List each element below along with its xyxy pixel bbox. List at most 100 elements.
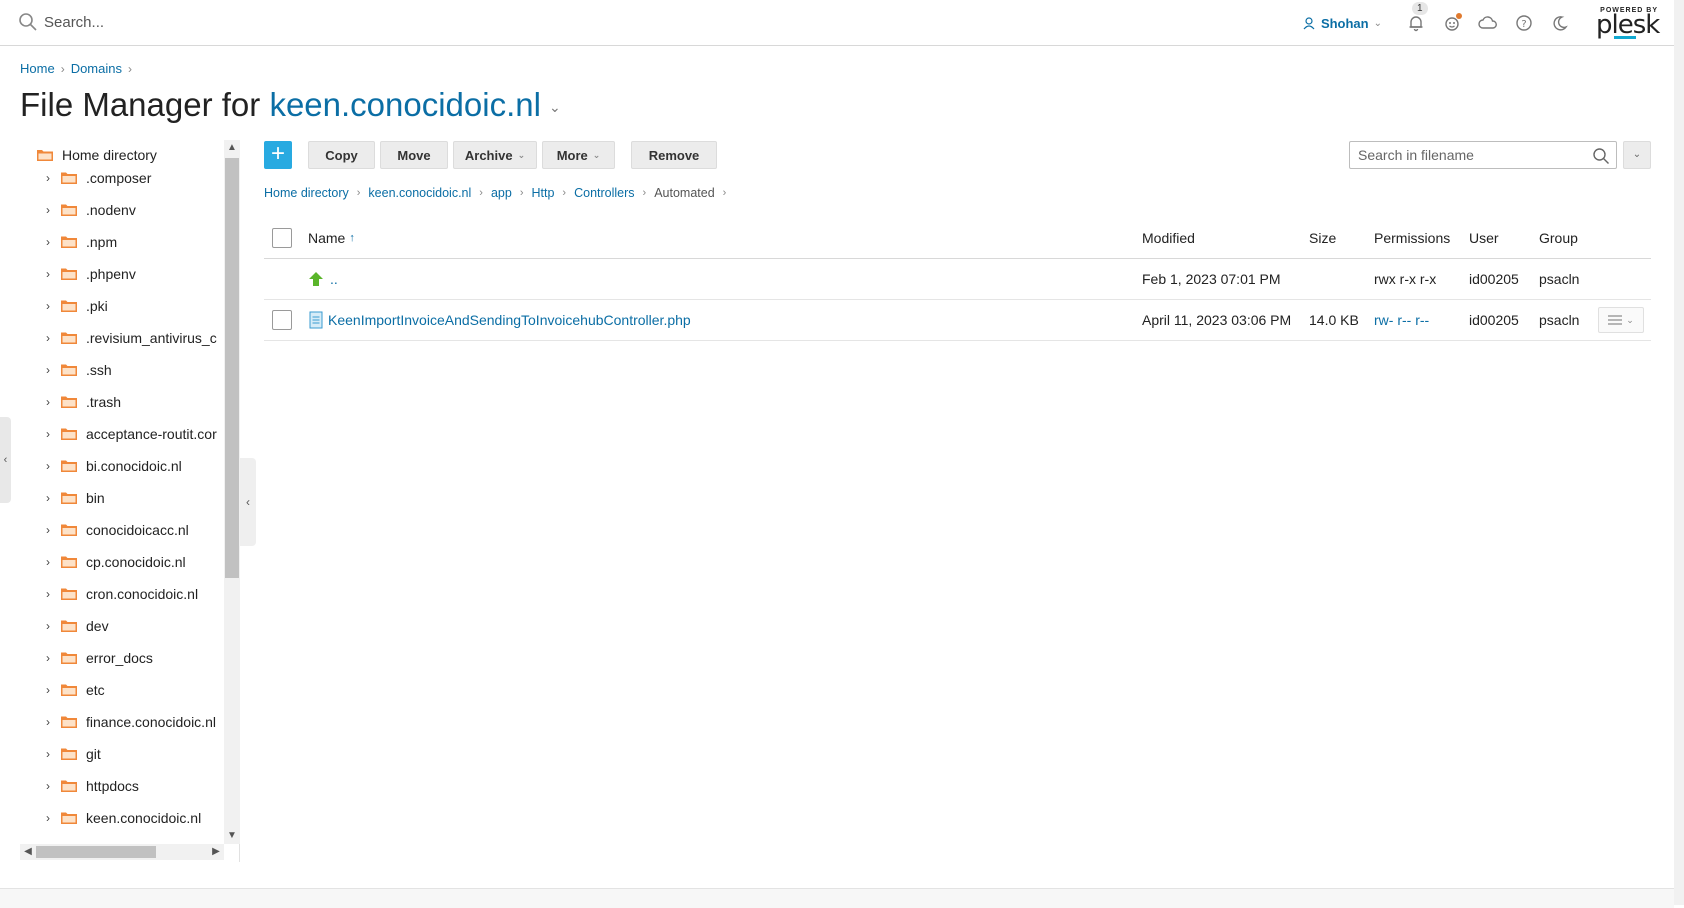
chevron-right-icon[interactable]: › — [46, 779, 60, 793]
scroll-right-icon[interactable]: ▶ — [208, 844, 224, 860]
global-search-input[interactable] — [44, 11, 444, 33]
chevron-right-icon[interactable]: › — [46, 587, 60, 601]
chevron-right-icon[interactable]: › — [46, 331, 60, 345]
chevron-down-icon[interactable]: ⌄ — [549, 99, 561, 115]
tree-item[interactable]: › .trash — [46, 394, 121, 410]
path-item[interactable]: Controllers — [574, 186, 634, 200]
chevron-right-icon[interactable]: › — [46, 171, 60, 185]
chevron-right-icon[interactable]: › — [46, 715, 60, 729]
move-button[interactable]: Move — [380, 141, 448, 169]
search-icon[interactable] — [1592, 147, 1610, 165]
remove-button[interactable]: Remove — [631, 141, 717, 169]
row-checkbox[interactable] — [272, 310, 292, 330]
scroll-down-icon[interactable]: ▼ — [224, 828, 240, 844]
chevron-right-icon[interactable]: › — [46, 395, 60, 409]
filename-search-input[interactable] — [1350, 147, 1580, 163]
tree-item-label: keen.conocidoic.nl — [86, 810, 202, 826]
tree-collapse-handle[interactable]: ‹ — [240, 458, 256, 546]
tree-item[interactable]: › git — [46, 746, 101, 762]
chevron-right-icon[interactable]: › — [46, 683, 60, 697]
dark-mode-toggle[interactable] — [1548, 11, 1572, 35]
row-actions-menu-button[interactable]: ⌄ — [1598, 307, 1644, 333]
scroll-thumb[interactable] — [36, 846, 156, 858]
tree-item[interactable]: › .pki — [46, 298, 108, 314]
copy-button-label: Copy — [325, 147, 358, 163]
select-all-checkbox[interactable] — [272, 227, 292, 248]
chevron-right-icon[interactable]: › — [46, 235, 60, 249]
tree-item[interactable]: › etc — [46, 682, 105, 698]
tree-item[interactable]: › httpdocs — [46, 778, 139, 794]
domain-selector[interactable]: keen.conocidoic.nl — [269, 86, 541, 123]
scroll-up-icon[interactable]: ▲ — [224, 140, 240, 156]
sidebar-expand-handle[interactable]: ‹ — [0, 417, 11, 503]
chevron-right-icon[interactable]: › — [46, 363, 60, 377]
folder-icon — [61, 300, 77, 312]
more-button[interactable]: More ⌄ — [542, 141, 615, 169]
tree-item[interactable]: › acceptance-routit.cor — [46, 426, 217, 442]
column-header-group[interactable]: Group — [1539, 217, 1578, 258]
window-scrollbar[interactable] — [1674, 0, 1684, 905]
tree-item[interactable]: › bin — [46, 490, 105, 506]
tree-vertical-scrollbar[interactable]: ▲ ▼ — [224, 140, 240, 844]
parent-directory-name[interactable]: .. — [330, 271, 338, 287]
tree-item-label: .phpenv — [86, 266, 136, 282]
breadcrumb-domains[interactable]: Domains — [71, 61, 122, 76]
tree-item[interactable]: › .phpenv — [46, 266, 136, 282]
table-row: KeenImportInvoiceAndSendingToInvoicehubC… — [264, 300, 1651, 341]
path-item[interactable]: app — [491, 186, 512, 200]
chevron-right-icon[interactable]: › — [46, 651, 60, 665]
tree-root-home-directory[interactable]: Home directory — [36, 147, 157, 163]
column-header-size[interactable]: Size — [1309, 217, 1336, 258]
parent-directory-link[interactable]: .. — [308, 259, 338, 299]
column-header-permissions[interactable]: Permissions — [1374, 217, 1450, 258]
tree-item[interactable]: › cron.conocidoic.nl — [46, 586, 198, 602]
search-options-dropdown[interactable]: ⌄ — [1623, 141, 1651, 169]
chevron-right-icon[interactable]: › — [46, 523, 60, 537]
chevron-right-icon[interactable]: › — [46, 555, 60, 569]
chevron-right-icon[interactable]: › — [46, 491, 60, 505]
column-header-user[interactable]: User — [1469, 217, 1499, 258]
add-button[interactable]: + — [264, 141, 292, 169]
chevron-right-icon[interactable]: › — [46, 811, 60, 825]
tree-item[interactable]: › .nodenv — [46, 202, 136, 218]
column-header-name[interactable]: Name ↑ — [308, 217, 355, 258]
chevron-right-icon[interactable]: › — [46, 747, 60, 761]
tree-item[interactable]: › .npm — [46, 234, 117, 250]
chevron-right-icon[interactable]: › — [46, 619, 60, 633]
tree-item[interactable]: › conocidoicacc.nl — [46, 522, 189, 538]
scroll-thumb[interactable] — [225, 158, 239, 578]
tree-item[interactable]: › finance.conocidoic.nl — [46, 714, 216, 730]
scroll-left-icon[interactable]: ◀ — [20, 844, 36, 860]
chevron-right-icon[interactable]: › — [46, 427, 60, 441]
notifications-button[interactable]: 1 — [1404, 2, 1428, 35]
plesk-logo[interactable]: POWERED BY plesk — [1596, 7, 1660, 39]
path-item[interactable]: Home directory — [264, 186, 349, 200]
tree-item[interactable]: › keen.conocidoic.nl — [46, 810, 201, 826]
permissions-link[interactable]: rw- r-- r-- — [1374, 312, 1429, 328]
chevron-right-icon[interactable]: › — [46, 267, 60, 281]
column-header-modified[interactable]: Modified — [1142, 217, 1195, 258]
tree-horizontal-scrollbar[interactable]: ◀ ▶ — [20, 844, 224, 860]
breadcrumb-home[interactable]: Home — [20, 61, 55, 76]
file-toolbar: + Copy Move Archive ⌄ More ⌄ Remove — [264, 141, 722, 169]
user-menu[interactable]: Shohan ⌄ — [1303, 16, 1382, 31]
folder-icon — [61, 172, 77, 184]
archive-button[interactable]: Archive ⌄ — [453, 141, 537, 169]
copy-button[interactable]: Copy — [308, 141, 375, 169]
path-item[interactable]: keen.conocidoic.nl — [368, 186, 471, 200]
chevron-right-icon[interactable]: › — [46, 459, 60, 473]
tree-item[interactable]: › .revisium_antivirus_c — [46, 330, 217, 346]
tree-item[interactable]: › .composer — [46, 170, 151, 186]
file-name-link[interactable]: KeenImportInvoiceAndSendingToInvoicehubC… — [328, 312, 691, 328]
tree-item[interactable]: › error_docs — [46, 650, 153, 666]
chevron-right-icon[interactable]: › — [46, 203, 60, 217]
tree-item[interactable]: › dev — [46, 618, 109, 634]
chevron-right-icon[interactable]: › — [46, 299, 60, 313]
path-item[interactable]: Http — [531, 186, 554, 200]
help-button[interactable]: ? — [1512, 11, 1536, 35]
tree-item[interactable]: › bi.conocidoic.nl — [46, 458, 182, 474]
extensions-button[interactable] — [1440, 11, 1464, 35]
tree-item[interactable]: › cp.conocidoic.nl — [46, 554, 186, 570]
tree-item[interactable]: › .ssh — [46, 362, 112, 378]
cloud-button[interactable] — [1476, 11, 1500, 35]
